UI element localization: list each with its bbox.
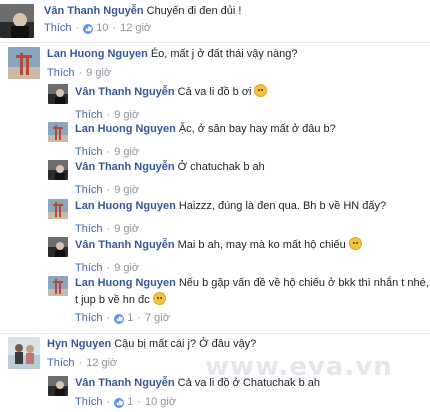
comment-time[interactable]: 9 giờ — [86, 67, 111, 80]
comment-time[interactable]: 9 giờ — [114, 184, 139, 197]
avatar[interactable] — [48, 84, 68, 104]
reply-item: Lan Huong Nguyen Haizzz, đúng là đen qua.… — [48, 199, 386, 236]
avatar[interactable] — [48, 122, 68, 142]
divider — [0, 333, 430, 334]
like-button[interactable]: Thích — [75, 146, 103, 159]
smile-face-icon — [152, 292, 166, 305]
comment-text: Ở chatuchak b ah — [177, 161, 265, 173]
like-count[interactable]: 10 — [83, 22, 108, 35]
comment-text: Cả va li đồ b ơi — [177, 86, 252, 98]
comment-time[interactable]: 7 giờ — [145, 312, 170, 325]
like-button[interactable]: Thích — [75, 109, 103, 122]
avatar[interactable] — [48, 160, 68, 180]
avatar[interactable] — [48, 376, 68, 396]
comment-time[interactable]: 9 giờ — [114, 223, 139, 236]
comment-item: Vân Thanh Nguyễn Chuyến đi đen đủi ! Thíc… — [0, 4, 241, 38]
comment-item: Lan Huong Nguyen Éo, mất j ở đất thái vậy… — [8, 47, 297, 80]
like-button[interactable]: Thích — [44, 22, 72, 35]
avatar[interactable] — [48, 276, 68, 296]
like-button[interactable]: Thích — [47, 67, 75, 80]
comment-author[interactable]: Vân Thanh Nguyễn — [75, 239, 175, 251]
comment-author[interactable]: Lan Huong Nguyen — [75, 200, 176, 212]
comment-text-continued: t jup b về hn đc — [75, 294, 150, 306]
comment-text: Nếu b gặp vấn đề về hộ chiếu ở bkk thì n… — [178, 277, 429, 289]
comment-author[interactable]: Vân Thanh Nguyễn — [75, 377, 175, 389]
comment-text: Haizzz, đúng là đen qua. Bh b về HN đấy? — [178, 200, 387, 212]
like-count[interactable]: 1 — [114, 396, 133, 409]
reply-item: Vân Thanh Nguyễn Ở chatuchak b ah Thích · … — [48, 160, 265, 197]
avatar[interactable] — [8, 337, 40, 369]
avatar[interactable] — [8, 47, 40, 79]
sweat-face-icon — [348, 237, 362, 250]
comment-time[interactable]: 9 giờ — [114, 262, 139, 275]
like-count[interactable]: 1 — [114, 312, 133, 325]
avatar[interactable] — [48, 237, 68, 257]
comment-author[interactable]: Lan Huong Nguyen — [75, 123, 176, 135]
comment-author[interactable]: Vân Thanh Nguyễn — [75, 86, 175, 98]
crying-face-icon — [254, 84, 268, 97]
comment-author[interactable]: Hyn Nguyen — [47, 338, 111, 350]
like-button[interactable]: Thích — [75, 223, 103, 236]
comment-author[interactable]: Lan Huong Nguyen — [47, 48, 148, 60]
like-button[interactable]: Thích — [75, 312, 103, 325]
reply-item: Lan Huong Nguyen Nếu b gặp vấn đề về hộ c… — [48, 276, 429, 325]
comment-author[interactable]: Vân Thanh Nguyễn — [75, 161, 175, 173]
comment-time[interactable]: 12 giờ — [86, 357, 117, 370]
watermark: www.eva.vn — [205, 352, 393, 382]
comment-time[interactable]: 9 giờ — [114, 109, 139, 122]
reply-item: Lan Huong Nguyen Ặc, ở sân bay hay mất ở … — [48, 122, 336, 159]
comment-time[interactable]: 9 giờ — [114, 146, 139, 159]
avatar[interactable] — [0, 4, 34, 38]
thumbs-up-icon — [83, 23, 94, 34]
like-button[interactable]: Thích — [75, 396, 103, 409]
comment-text: Chuyến đi đen đủi ! — [146, 5, 242, 17]
comment-author[interactable]: Vân Thanh Nguyễn — [44, 5, 144, 17]
like-button[interactable]: Thích — [75, 262, 103, 275]
comment-time[interactable]: 10 giờ — [145, 396, 176, 409]
comment-text: Ặc, ở sân bay hay mất ở đâu b? — [178, 123, 336, 135]
comment-author[interactable]: Lan Huong Nguyen — [75, 277, 176, 289]
thumbs-up-icon — [114, 313, 125, 324]
comment-text: Cậu bị mất cái j? Ở đâu vậy? — [114, 338, 257, 350]
like-button[interactable]: Thích — [47, 357, 75, 370]
comment-time[interactable]: 12 giờ — [120, 22, 151, 35]
like-button[interactable]: Thích — [75, 184, 103, 197]
comment-text: Éo, mất j ở đất thái vậy nàng? — [150, 48, 298, 60]
reply-item: Vân Thanh Nguyễn Mai b ah, may mà ko mất … — [48, 237, 362, 275]
reply-item: Vân Thanh Nguyễn Cả va li đồ b ơi Thích · … — [48, 84, 268, 122]
divider — [0, 42, 430, 43]
avatar[interactable] — [48, 199, 68, 219]
comment-text: Mai b ah, may mà ko mất hộ chiếu — [177, 239, 346, 251]
thumbs-up-icon — [114, 397, 125, 408]
